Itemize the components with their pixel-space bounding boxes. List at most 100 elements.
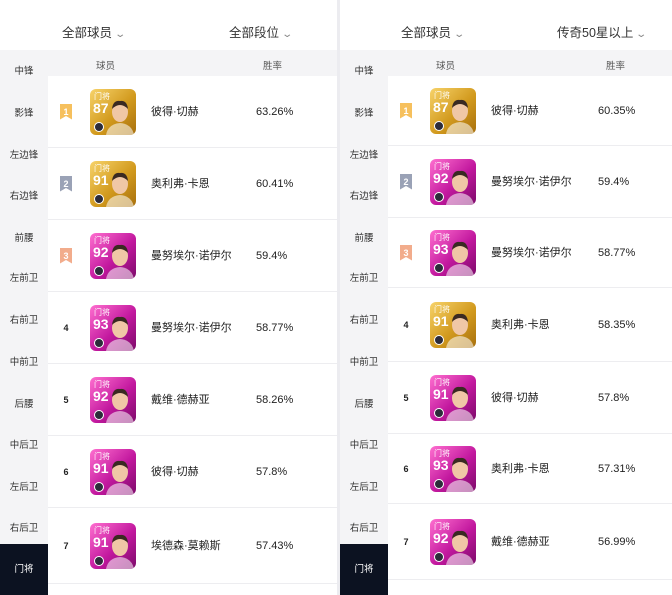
- club-badge-icon: [434, 120, 444, 131]
- position-tab-6[interactable]: 右前卫: [340, 314, 388, 328]
- position-tab-1[interactable]: 影锋: [0, 107, 48, 121]
- player-filter-dropdown[interactable]: 全部球员 ⌄: [62, 22, 126, 41]
- win-rate-value: 56.99%: [598, 535, 636, 548]
- position-tab-8[interactable]: 后腰: [340, 398, 388, 412]
- position-tab-3[interactable]: 右边锋: [0, 190, 48, 204]
- filter-label: 全部球员: [62, 26, 113, 40]
- ranking-row[interactable]: 6 门将 93 奥利弗·卡恩 57.31%: [388, 434, 672, 504]
- card-rating: 87: [433, 98, 449, 115]
- ranking-row[interactable]: 3 门将 92 曼努埃尔·诺伊尔 59.4%: [48, 220, 337, 292]
- position-tab-1[interactable]: 影锋: [340, 107, 388, 121]
- player-name: 曼努埃尔·诺伊尔: [491, 175, 572, 188]
- position-tab-4[interactable]: 前腰: [0, 232, 48, 246]
- position-tab-11[interactable]: 右后卫: [0, 522, 48, 536]
- ranking-row[interactable]: 7 门将 92 戴维·德赫亚 56.99%: [388, 504, 672, 580]
- card-rating: 91: [93, 171, 109, 188]
- player-card[interactable]: 门将 93: [430, 229, 476, 276]
- club-badge-icon: [94, 193, 104, 204]
- column-header-player: 球员: [436, 61, 456, 72]
- club-badge-icon: [94, 265, 104, 276]
- rank-ribbon-icon: 2: [400, 173, 412, 190]
- player-card[interactable]: 门将 92: [90, 376, 136, 423]
- player-name: 曼努埃尔·诺伊尔: [491, 246, 572, 259]
- player-card[interactable]: 门将 91: [90, 522, 136, 569]
- player-card[interactable]: 门将 93: [430, 445, 476, 492]
- ranking-row[interactable]: 7 门将 91 埃德森·莫赖斯 57.43%: [48, 508, 337, 584]
- position-tab-12[interactable]: 门将: [340, 544, 388, 595]
- rank-number: 7: [403, 536, 409, 547]
- position-tab-4[interactable]: 前腰: [340, 232, 388, 246]
- position-tab-12[interactable]: 门将: [0, 544, 48, 595]
- player-card[interactable]: 门将 92: [430, 518, 476, 565]
- filter-bar: 全部球员 ⌄ 传奇50星以上 ⌄: [340, 0, 672, 50]
- position-tab-5[interactable]: 左前卫: [0, 272, 48, 286]
- column-header-player: 球员: [96, 61, 116, 72]
- ranking-row[interactable]: 6 门将 91 彼得·切赫 57.8%: [48, 436, 337, 508]
- position-tab-7[interactable]: 中前卫: [340, 356, 388, 370]
- position-tab-2[interactable]: 左边锋: [0, 149, 48, 163]
- position-tab-2[interactable]: 左边锋: [340, 149, 388, 163]
- tier-filter-dropdown[interactable]: 传奇50星以上 ⌄: [557, 22, 647, 41]
- filter-bar: 全部球员 ⌄ 全部段位 ⌄: [0, 0, 337, 50]
- filter-label: 传奇50星以上: [557, 26, 634, 40]
- player-card[interactable]: 门将 91: [90, 448, 136, 495]
- player-filter-dropdown[interactable]: 全部球员 ⌄: [401, 22, 465, 41]
- position-tab-0[interactable]: 中锋: [340, 65, 388, 79]
- ranking-row[interactable]: 4 门将 93 曼努埃尔·诺伊尔 58.77%: [48, 292, 337, 364]
- position-tab-10[interactable]: 左后卫: [0, 481, 48, 495]
- position-tab-3[interactable]: 右边锋: [340, 190, 388, 204]
- ranking-row[interactable]: 5 门将 91 彼得·切赫 57.8%: [388, 362, 672, 434]
- position-tab-9[interactable]: 中后卫: [340, 439, 388, 453]
- filter-label: 全部球员: [401, 26, 452, 40]
- ranking-row[interactable]: 3 门将 93 曼努埃尔·诺伊尔 58.77%: [388, 218, 672, 288]
- club-badge-icon: [94, 337, 104, 348]
- card-rating: 87: [93, 99, 109, 116]
- win-rate-value: 60.41%: [256, 177, 294, 190]
- chevron-down-icon: ⌄: [281, 29, 294, 40]
- player-card[interactable]: 门将 91: [430, 301, 476, 348]
- player-name: 奥利弗·卡恩: [491, 318, 550, 331]
- position-sidebar: 中锋影锋左边锋右边锋前腰左前卫右前卫中前卫后腰中后卫左后卫右后卫门将: [0, 50, 48, 595]
- rank-number: 6: [63, 466, 69, 477]
- ranking-row[interactable]: 5 门将 92 戴维·德赫亚 58.26%: [48, 364, 337, 436]
- club-badge-icon: [434, 551, 444, 562]
- filter-label: 全部段位: [229, 26, 280, 40]
- club-badge-icon: [94, 481, 104, 492]
- rank-number: 4: [403, 319, 409, 330]
- win-rate-value: 57.43%: [256, 539, 294, 552]
- player-card[interactable]: 门将 87: [90, 88, 136, 135]
- column-header-win-rate: 胜率: [606, 61, 626, 72]
- position-tab-11[interactable]: 右后卫: [340, 522, 388, 536]
- player-card[interactable]: 门将 87: [430, 87, 476, 134]
- position-tab-0[interactable]: 中锋: [0, 65, 48, 79]
- position-tab-6[interactable]: 右前卫: [0, 314, 48, 328]
- rank-number: 4: [63, 322, 69, 333]
- ranking-row[interactable]: 1 门将 87 彼得·切赫 60.35%: [388, 76, 672, 146]
- ranking-row[interactable]: 2 门将 92 曼努埃尔·诺伊尔 59.4%: [388, 146, 672, 218]
- club-badge-icon: [434, 407, 444, 418]
- position-tab-7[interactable]: 中前卫: [0, 356, 48, 370]
- ranking-row[interactable]: 2 门将 91 奥利弗·卡恩 60.41%: [48, 148, 337, 220]
- win-rate-value: 57.8%: [256, 465, 288, 478]
- player-name: 彼得·切赫: [491, 391, 539, 404]
- position-tab-8[interactable]: 后腰: [0, 398, 48, 412]
- ranking-row[interactable]: 1 门将 87 彼得·切赫 63.26%: [48, 76, 337, 148]
- player-name: 曼努埃尔·诺伊尔: [151, 321, 232, 334]
- position-tab-5[interactable]: 左前卫: [340, 272, 388, 286]
- win-rate-value: 58.77%: [256, 321, 294, 334]
- ranking-row[interactable]: 4 门将 91 奥利弗·卡恩 58.35%: [388, 288, 672, 362]
- table-header: 球员 胜率: [388, 50, 672, 76]
- club-badge-icon: [94, 121, 104, 132]
- win-rate-value: 57.8%: [598, 391, 630, 404]
- tier-filter-dropdown[interactable]: 全部段位 ⌄: [229, 22, 294, 41]
- win-rate-value: 58.26%: [256, 393, 294, 406]
- position-tab-10[interactable]: 左后卫: [340, 481, 388, 495]
- position-tab-9[interactable]: 中后卫: [0, 439, 48, 453]
- player-card[interactable]: 门将 91: [430, 374, 476, 421]
- player-card[interactable]: 门将 92: [90, 232, 136, 279]
- player-name: 奥利弗·卡恩: [491, 462, 550, 475]
- player-card[interactable]: 门将 93: [90, 304, 136, 351]
- rank-number: 5: [63, 394, 69, 405]
- player-card[interactable]: 门将 92: [430, 158, 476, 205]
- player-card[interactable]: 门将 91: [90, 160, 136, 207]
